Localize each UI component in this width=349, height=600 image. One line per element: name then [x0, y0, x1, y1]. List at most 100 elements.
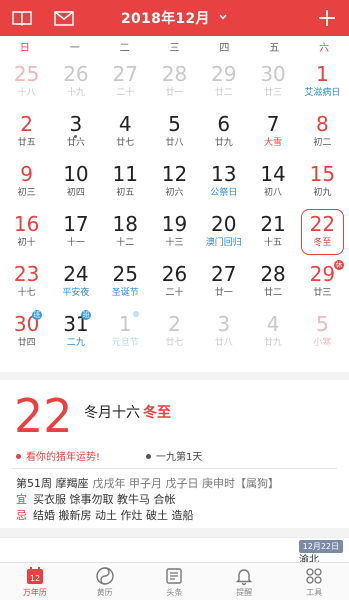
week-zodiac: 第51周 摩羯座 [16, 477, 89, 490]
day-cell[interactable]: 1 元旦节 [101, 307, 150, 357]
weekday-label: 四 [219, 43, 230, 54]
tab-news[interactable]: 头条 [140, 563, 210, 600]
bullet-icon [146, 454, 151, 459]
weekday-label: 五 [269, 43, 280, 54]
lunar-date: 冬月十六 冬至 [84, 402, 171, 422]
day-sub: 澳门回归 [205, 238, 242, 248]
day-sub: 初八 [264, 188, 283, 198]
bullet-icon [16, 454, 21, 459]
day-cell[interactable]: 16 初十 [2, 207, 51, 257]
day-cell[interactable]: 17 十一 [51, 207, 100, 257]
day-number: 12 [161, 162, 188, 186]
day-cell[interactable]: 5 小寒 [298, 307, 347, 357]
day-cell[interactable]: 2 廿七 [150, 307, 199, 357]
day-cell[interactable]: 29 廿二 [199, 57, 248, 107]
day-cell[interactable]: 18 十二 [101, 207, 150, 257]
tab-label: 黄历 [96, 588, 113, 597]
day-cell[interactable]: 3 廿六 [51, 107, 100, 157]
lunar-text: 冬月十六 [84, 405, 140, 421]
day-cell[interactable]: 28 廿一 [150, 57, 199, 107]
day-number: 7 [266, 112, 280, 136]
day-cell[interactable]: 25 圣诞节 [101, 257, 150, 307]
day-number: 27 [112, 62, 138, 86]
yin-yang-icon [95, 567, 114, 585]
tab-reminder[interactable]: 提醒 [209, 563, 279, 600]
day-cell[interactable]: 4 廿七 [101, 107, 150, 157]
day-cell[interactable]: 10 初四 [51, 157, 100, 207]
day-cell[interactable]: 3 廿八 [199, 307, 248, 357]
day-cell[interactable]: 12 初六 [150, 157, 199, 207]
day-number: 21 [260, 212, 286, 236]
day-sub: 廿二 [264, 288, 283, 298]
day-cell[interactable]: 27 廿一 [199, 257, 248, 307]
day-sub: 廿一 [214, 288, 233, 298]
tab-label: 头条 [166, 588, 183, 597]
day-cell[interactable]: 休 29 廿三 [298, 257, 347, 307]
day-number: 17 [63, 212, 89, 236]
day-number: 3 [69, 112, 83, 136]
day-cell[interactable]: 9 初三 [2, 157, 51, 207]
day-sub: 元旦节 [111, 338, 139, 348]
day-sub: 十一 [66, 238, 85, 248]
ji-text: 结婚 搬新房 动土 作灶 破土 造船 [33, 509, 194, 522]
day-cell[interactable]: 7 大雪 [248, 107, 297, 157]
detail-day-number: 22 [14, 389, 73, 443]
bell-icon [236, 569, 253, 586]
day-cell[interactable]: 11 初五 [101, 157, 150, 207]
day-number: 2 [20, 112, 33, 136]
day-cell[interactable]: 23 十七 [2, 257, 51, 307]
tab-bar: 12 万年历 黄历 头条 提醒 工具 [0, 562, 349, 600]
day-sub: 二十 [116, 88, 135, 98]
yi-text: 买衣服 馀事勿取 教牛马 合帐 [33, 493, 176, 506]
day-sub: 廿五 [17, 138, 36, 148]
day-cell[interactable]: 15 初九 [298, 157, 347, 207]
day-sub: 廿四 [17, 338, 36, 348]
day-cell[interactable]: 28 廿二 [248, 257, 297, 307]
day-cell[interactable]: 21 十五 [248, 207, 297, 257]
day-number: 25 [112, 262, 138, 286]
day-sub: 十三 [165, 238, 184, 248]
day-cell[interactable]: 2 廿五 [2, 107, 51, 157]
day-sub: 公祭日 [210, 188, 238, 198]
weekday-label: 三 [169, 43, 180, 54]
day-cell[interactable]: 班 31 二九 [51, 307, 100, 357]
day-number: 30 [260, 62, 286, 86]
day-cell-selected[interactable]: 22 冬至 [298, 207, 347, 257]
day-detail-card[interactable]: 22 冬月十六 冬至 看你的猪年运势! 一九第1天 第51周 摩羯座 戊戌年 甲子月… [0, 380, 349, 528]
day-cell[interactable]: 20 澳门回归 [199, 207, 248, 257]
ganzhi-line: 第51周 摩羯座 戊戌年 甲子月 戊子日 庚申时【属狗】 [16, 475, 279, 491]
ji-row: 忌结婚 搬新房 动土 作灶 破土 造船 [16, 507, 193, 523]
month-selector[interactable]: 2018年12月 [0, 8, 349, 28]
day-cell[interactable]: 班 30 廿四 [2, 307, 51, 357]
day-sub: 艾滋病日 [304, 88, 341, 98]
day-cell[interactable]: 26 十九 [51, 57, 100, 107]
month-title: 2018年12月 [120, 11, 210, 27]
tab-almanac[interactable]: 黄历 [70, 563, 140, 600]
day-cell[interactable]: 13 公祭日 [199, 157, 248, 207]
day-cell[interactable]: 1 艾滋病日 [298, 57, 347, 107]
day-cell[interactable]: 25 十八 [2, 57, 51, 107]
day-cell[interactable]: 4 廿九 [248, 307, 297, 357]
news-icon [166, 568, 183, 584]
day-sub: 初十 [17, 238, 36, 248]
tab-calendar[interactable]: 12 万年历 [0, 563, 70, 600]
plus-icon[interactable] [315, 6, 339, 30]
divider [12, 468, 337, 469]
day-cell[interactable]: 14 初八 [248, 157, 297, 207]
day-sub: 廿八 [165, 138, 184, 148]
fortune-link[interactable]: 看你的猪年运势! [16, 448, 100, 463]
day-cell[interactable]: 27 二十 [101, 57, 150, 107]
day-cell[interactable]: 30 廿三 [248, 57, 297, 107]
day-number: 2 [168, 312, 181, 336]
day-number: 5 [315, 312, 329, 336]
day-number: 13 [211, 162, 237, 186]
tab-tools[interactable]: 工具 [279, 563, 349, 600]
day-cell[interactable]: 8 初二 [298, 107, 347, 157]
day-cell[interactable]: 24 平安夜 [51, 257, 100, 307]
day-cell[interactable]: 19 十三 [150, 207, 199, 257]
day-number: 23 [13, 262, 40, 286]
day-cell[interactable]: 6 廿九 [199, 107, 248, 157]
day-cell[interactable]: 5 廿八 [150, 107, 199, 157]
ji-label: 忌 [16, 509, 27, 522]
day-cell[interactable]: 26 二十 [150, 257, 199, 307]
